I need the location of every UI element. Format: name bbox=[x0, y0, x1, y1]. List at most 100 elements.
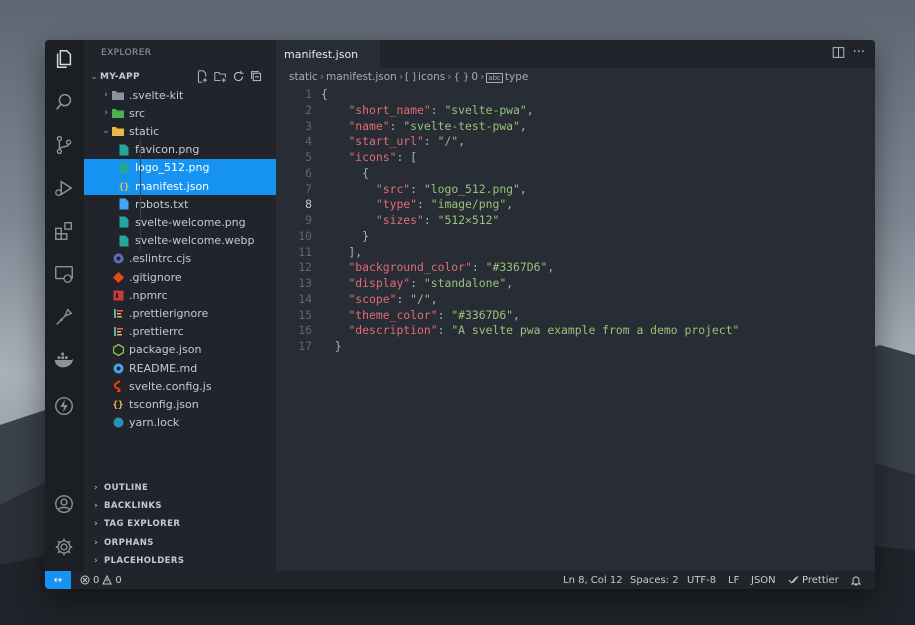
tree-item[interactable]: yarn.lock bbox=[84, 414, 276, 432]
breadcrumb-separator-icon: › bbox=[398, 71, 404, 83]
tree-item[interactable]: .prettierrc bbox=[84, 323, 276, 341]
tree-item[interactable]: logo_512.png bbox=[84, 158, 276, 177]
problems-indicator[interactable]: 0 0 bbox=[80, 571, 122, 589]
settings-gear-icon[interactable] bbox=[52, 535, 76, 559]
notifications-icon[interactable] bbox=[851, 571, 861, 589]
json-punctuation: , bbox=[519, 118, 527, 133]
section-orphans[interactable]: › ORPHANS bbox=[84, 534, 276, 552]
new-file-icon[interactable] bbox=[196, 70, 209, 83]
tree-item[interactable]: svelte-welcome.webp bbox=[84, 232, 276, 250]
json-punctuation: : bbox=[417, 197, 431, 212]
breadcrumb-item[interactable]: { } 0 bbox=[453, 71, 478, 83]
split-editor-icon[interactable] bbox=[832, 46, 845, 59]
json-punctuation bbox=[321, 134, 348, 148]
tree-item-label: src bbox=[129, 106, 146, 120]
tree-item[interactable]: .npmrc bbox=[84, 286, 276, 304]
chevron-right-icon: › bbox=[93, 555, 99, 566]
tree-item-label: tsconfig.json bbox=[129, 397, 199, 411]
breadcrumb-label: 0 bbox=[471, 71, 479, 83]
explorer-icon[interactable] bbox=[52, 47, 76, 71]
cursor-position[interactable]: Ln 8, Col 12 bbox=[563, 571, 623, 589]
code-line: 7 "src": "logo_512.png", bbox=[276, 181, 875, 197]
end-of-line[interactable]: LF bbox=[728, 571, 739, 589]
section-tag-explorer[interactable]: › TAG EXPLORER bbox=[84, 515, 276, 533]
line-number: 6 bbox=[305, 165, 312, 180]
tree-item[interactable]: package.json bbox=[84, 341, 276, 359]
refresh-icon[interactable] bbox=[232, 70, 245, 83]
code-line: 5 "icons": [ bbox=[276, 149, 875, 165]
search-icon[interactable] bbox=[52, 90, 76, 114]
more-actions-icon[interactable]: ··· bbox=[853, 45, 865, 60]
tree-item[interactable]: svelte.config.js bbox=[84, 377, 276, 395]
json-key: "short_name" bbox=[348, 102, 431, 117]
image-file-icon bbox=[118, 144, 130, 156]
npm-icon bbox=[112, 289, 124, 301]
code-text: "description": "A svelte pwa example fro… bbox=[321, 322, 739, 338]
account-icon[interactable] bbox=[52, 492, 76, 516]
code-line: 8 "type": "image/png", bbox=[276, 196, 875, 212]
run-debug-icon[interactable] bbox=[52, 176, 76, 200]
docker-icon[interactable] bbox=[52, 348, 76, 372]
git-icon bbox=[112, 271, 124, 283]
section-outline[interactable]: › OUTLINE bbox=[84, 479, 276, 497]
language-mode[interactable]: JSON bbox=[751, 571, 776, 589]
code-line: 11 ], bbox=[276, 244, 875, 260]
tree-item[interactable]: .prettierignore bbox=[84, 304, 276, 322]
section-label: ORPHANS bbox=[104, 537, 154, 548]
json-key: "src" bbox=[375, 181, 411, 196]
code-text: { bbox=[321, 165, 369, 181]
tree-item[interactable]: svelte-welcome.png bbox=[84, 213, 276, 231]
remote-explorer-icon[interactable] bbox=[52, 262, 76, 286]
new-folder-icon[interactable] bbox=[214, 70, 227, 83]
line-number: 10 bbox=[298, 228, 312, 243]
section-placeholders[interactable]: › PLACEHOLDERS bbox=[84, 552, 276, 570]
breadcrumb-label: icons bbox=[418, 71, 446, 83]
tree-item[interactable]: {} tsconfig.json bbox=[84, 395, 276, 413]
tree-item[interactable]: › src bbox=[84, 104, 276, 122]
code-line: 9 "sizes": "512×512" bbox=[276, 212, 875, 228]
remote-indicator[interactable]: ↔ bbox=[45, 571, 71, 589]
line-number: 11 bbox=[298, 244, 312, 259]
tree-item-label: .eslintrc.cjs bbox=[129, 252, 192, 266]
json-punctuation: } bbox=[321, 339, 342, 353]
extensions-icon[interactable] bbox=[52, 219, 76, 243]
tree-item[interactable]: .eslintrc.cjs bbox=[84, 250, 276, 268]
image-file-icon bbox=[118, 162, 130, 174]
breadcrumb-item[interactable]: static bbox=[289, 71, 318, 83]
code-line: 17 } bbox=[276, 338, 875, 354]
tab-manifest-json[interactable]: manifest.json bbox=[276, 40, 380, 68]
json-punctuation: , bbox=[519, 181, 527, 196]
tree-item[interactable]: README.md bbox=[84, 359, 276, 377]
breadcrumb-item[interactable]: [ ] icons bbox=[405, 71, 445, 83]
git-graph-icon[interactable] bbox=[52, 305, 76, 329]
tree-item[interactable]: {} manifest.json bbox=[84, 177, 276, 195]
tree-item-label: svelte.config.js bbox=[129, 379, 212, 393]
code-text: "type": "image/png", bbox=[321, 196, 513, 212]
tree-item-label: README.md bbox=[129, 361, 198, 375]
tree-item-label: yarn.lock bbox=[129, 416, 180, 430]
source-control-icon[interactable] bbox=[52, 133, 76, 157]
tree-item[interactable]: ⌄ static bbox=[84, 122, 276, 140]
collapse-all-icon[interactable] bbox=[250, 70, 263, 83]
section-backlinks[interactable]: › BACKLINKS bbox=[84, 497, 276, 515]
tree-item[interactable]: › .svelte-kit bbox=[84, 86, 276, 104]
tree-item[interactable]: robots.txt bbox=[84, 195, 276, 213]
array-icon: [ ] bbox=[405, 72, 417, 83]
lightning-icon[interactable] bbox=[52, 394, 76, 418]
tree-item[interactable]: .gitignore bbox=[84, 268, 276, 286]
chevron-right-icon: › bbox=[93, 537, 99, 548]
prettier-status[interactable]: Prettier bbox=[788, 571, 839, 589]
json-punctuation bbox=[321, 276, 348, 290]
tree-item[interactable]: favicon.png bbox=[84, 141, 276, 159]
code-text: { bbox=[321, 86, 328, 102]
encoding[interactable]: UTF-8 bbox=[687, 571, 716, 589]
breadcrumb-item[interactable]: abc type bbox=[486, 71, 528, 83]
line-number: 7 bbox=[305, 181, 312, 196]
code-line: 15 "theme_color": "#3367D6", bbox=[276, 307, 875, 323]
indentation[interactable]: Spaces: 2 bbox=[630, 571, 679, 589]
breadcrumb-item[interactable]: manifest.json bbox=[326, 71, 397, 83]
json-punctuation: , bbox=[458, 134, 466, 149]
json-punctuation: : bbox=[437, 307, 452, 322]
status-bar: ↔ 0 0 Ln 8, Col 12 Spaces: 2 UTF-8 LF JS… bbox=[45, 571, 875, 589]
svelte-icon bbox=[112, 380, 124, 393]
